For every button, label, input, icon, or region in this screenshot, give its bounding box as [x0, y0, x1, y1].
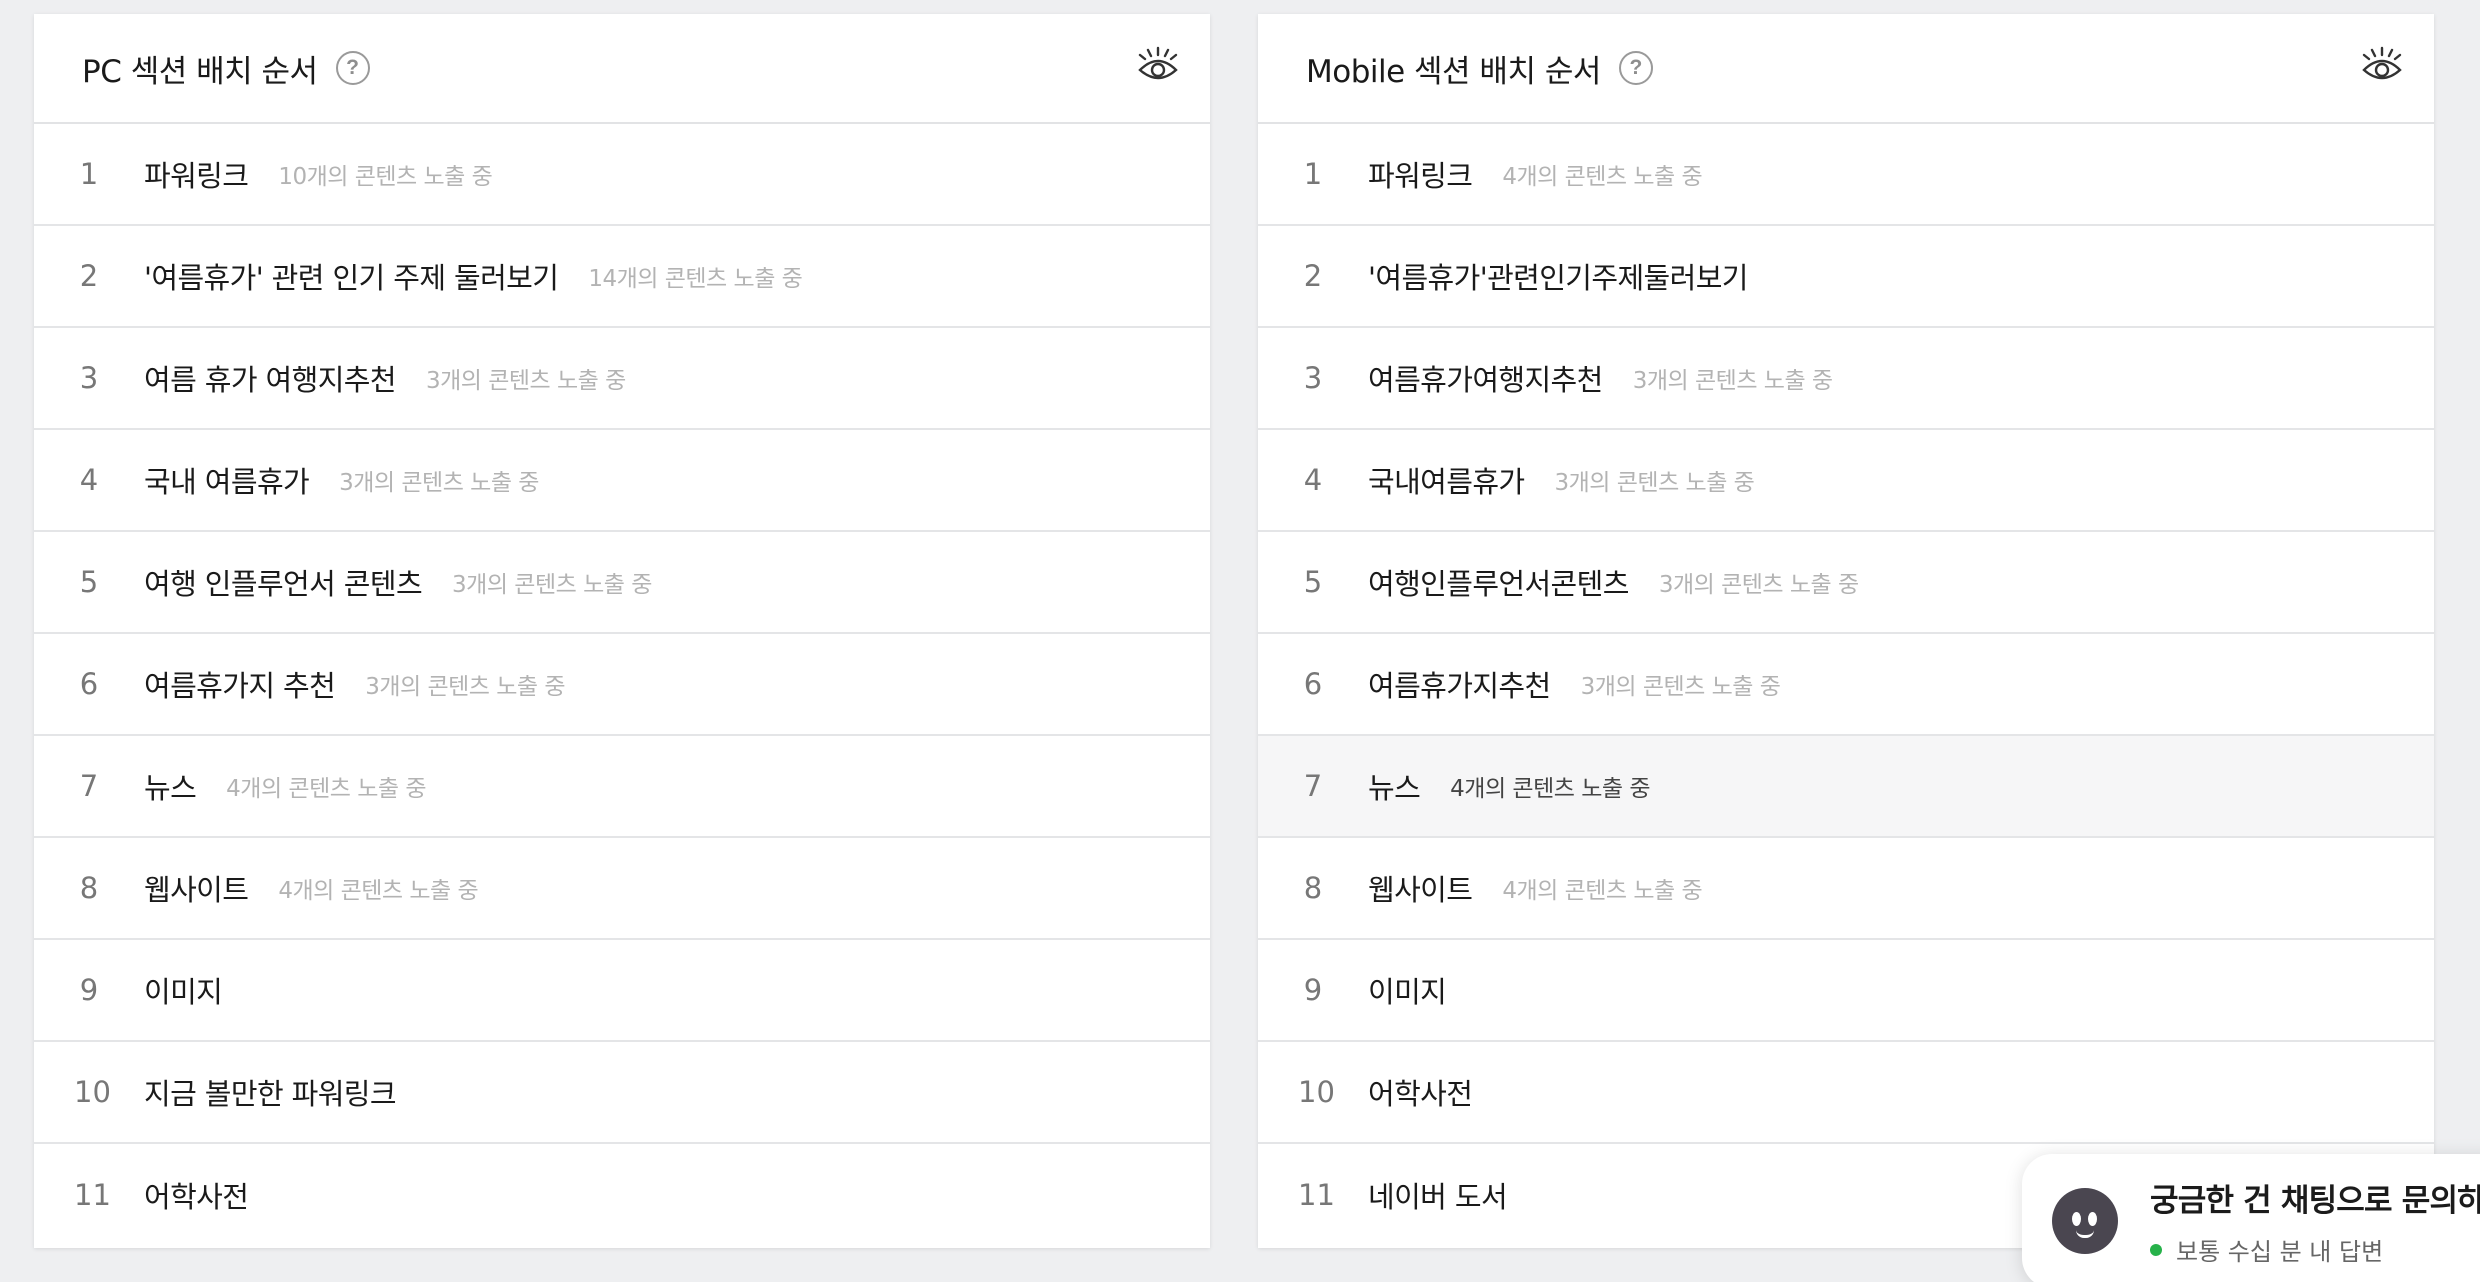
row-number: 10: [74, 1075, 111, 1109]
row-content-count: 4개의 콘텐츠 노출 중: [1450, 776, 1651, 802]
row-section-name: 웹사이트: [144, 873, 249, 907]
question-circle-icon[interactable]: ?: [1618, 51, 1653, 85]
mobile-section-row[interactable]: 2 '여름휴가'관련인기주제둘러보기: [1258, 226, 2434, 328]
row-section-name: 네이버 도서: [1368, 1180, 1508, 1214]
pc-section-row[interactable]: 5 여행 인플루언서 콘텐츠 3개의 콘텐츠 노출 중: [34, 532, 1210, 634]
eye-icon[interactable]: [2360, 44, 2404, 88]
row-number: 7: [1303, 769, 1323, 803]
row-content-count: 3개의 콘텐츠 노출 중: [1658, 572, 1859, 598]
mobile-section-row[interactable]: 1 파워링크 4개의 콘텐츠 노출 중: [1258, 124, 2434, 226]
row-section-name: 여름휴가지 추천: [144, 669, 336, 703]
pc-section-row[interactable]: 7 뉴스 4개의 콘텐츠 노출 중: [34, 736, 1210, 838]
row-content-count: 4개의 콘텐츠 노출 중: [1502, 164, 1703, 190]
row-number: 9: [1303, 973, 1323, 1007]
row-content-count: 14개의 콘텐츠 노출 중: [588, 266, 803, 292]
chat-title: 궁금한 건 채팅으로 문의하: [2150, 1183, 2480, 1219]
row-number: 9: [79, 973, 99, 1007]
mobile-section-row[interactable]: 9 이미지: [1258, 940, 2434, 1042]
mobile-panel-title: Mobile 섹션 배치 순서: [1306, 53, 1601, 90]
row-number: 11: [1298, 1178, 1335, 1212]
pc-section-list: 1 파워링크 10개의 콘텐츠 노출 중 2 '여름휴가' 관련 인기 주제 둘러보기 1…: [34, 124, 1210, 1246]
row-number: 8: [79, 871, 99, 905]
row-section-name: 지금 볼만한 파워링크: [144, 1077, 397, 1111]
pc-section-row[interactable]: 10 지금 볼만한 파워링크: [34, 1042, 1210, 1144]
row-number: 5: [79, 565, 99, 599]
mobile-section-row[interactable]: 8 웹사이트 4개의 콘텐츠 노출 중: [1258, 838, 2434, 940]
status-dot-icon: [2150, 1243, 2162, 1256]
row-content-count: 3개의 콘텐츠 노출 중: [365, 674, 566, 700]
mobile-section-row[interactable]: 5 여행인플루언서콘텐츠 3개의 콘텐츠 노출 중: [1258, 532, 2434, 634]
row-number: 1: [79, 157, 99, 191]
pc-section-row[interactable]: 4 국내 여름휴가 3개의 콘텐츠 노출 중: [34, 430, 1210, 532]
row-number: 11: [74, 1178, 111, 1212]
mobile-section-row[interactable]: 7 뉴스 4개의 콘텐츠 노출 중: [1258, 736, 2434, 838]
row-number: 3: [1303, 361, 1323, 395]
row-section-name: 여행 인플루언서 콘텐츠: [144, 567, 423, 601]
row-section-name: 뉴스: [144, 771, 197, 805]
mobile-section-row[interactable]: 6 여름휴가지추천 3개의 콘텐츠 노출 중: [1258, 634, 2434, 736]
row-section-name: '여름휴가'관련인기주제둘러보기: [1368, 261, 1748, 295]
row-content-count: 3개의 콘텐츠 노출 중: [1554, 470, 1755, 496]
row-number: 3: [79, 361, 99, 395]
row-content-count: 3개의 콘텐츠 노출 중: [339, 470, 539, 496]
row-section-name: 어학사전: [1368, 1077, 1473, 1111]
row-section-name: 여행인플루언서콘텐츠: [1368, 567, 1629, 601]
pc-section-row[interactable]: 2 '여름휴가' 관련 인기 주제 둘러보기 14개의 콘텐츠 노출 중: [34, 226, 1210, 328]
row-content-count: 4개의 콘텐츠 노출 중: [1502, 878, 1703, 904]
pc-section-row[interactable]: 8 웹사이트 4개의 콘텐츠 노출 중: [34, 838, 1210, 940]
row-number: 4: [79, 463, 99, 497]
row-section-name: 여름 휴가 여행지추천: [144, 363, 397, 397]
mobile-panel-header: Mobile 섹션 배치 순서 ?: [1258, 14, 2434, 124]
row-number: 7: [79, 769, 99, 803]
row-number: 10: [1298, 1075, 1335, 1109]
question-circle-icon[interactable]: ?: [335, 51, 370, 85]
row-number: 8: [1303, 871, 1323, 905]
row-number: 5: [1303, 565, 1323, 599]
row-number: 2: [1303, 259, 1323, 293]
row-section-name: 이미지: [1368, 975, 1447, 1009]
row-section-name: 어학사전: [144, 1180, 249, 1214]
mobile-section-row[interactable]: 10 어학사전: [1258, 1042, 2434, 1144]
row-section-name: '여름휴가' 관련 인기 주제 둘러보기: [144, 261, 559, 295]
chat-status: 보통 수십 분 내 답변: [2150, 1232, 2480, 1267]
pc-section-row[interactable]: 1 파워링크 10개의 콘텐츠 노출 중: [34, 124, 1210, 226]
pc-panel-title: PC 섹션 배치 순서: [82, 53, 318, 90]
pc-section-row[interactable]: 9 이미지: [34, 940, 1210, 1042]
pc-section-row[interactable]: 6 여름휴가지 추천 3개의 콘텐츠 노출 중: [34, 634, 1210, 736]
pc-panel-header: PC 섹션 배치 순서 ?: [34, 14, 1210, 124]
row-section-name: 여름휴가지추천: [1368, 669, 1551, 703]
pc-section-order-panel: PC 섹션 배치 순서 ? 1 파워링크 10개의 콘텐츠 노출 중 2 '여름휴가' …: [34, 14, 1210, 1248]
chat-status-text: 보통 수십 분 내 답변: [2176, 1238, 2384, 1266]
row-content-count: 4개의 콘텐츠 노출 중: [278, 878, 479, 904]
row-number: 4: [1303, 463, 1323, 497]
mobile-section-order-panel: Mobile 섹션 배치 순서 ? 1 파워링크 4개의 콘텐츠 노출 중 2 '여름휴…: [1258, 14, 2434, 1248]
row-number: 2: [79, 259, 99, 293]
pc-section-row[interactable]: 3 여름 휴가 여행지추천 3개의 콘텐츠 노출 중: [34, 328, 1210, 430]
eye-icon[interactable]: [1136, 44, 1180, 88]
row-section-name: 뉴스: [1368, 771, 1421, 805]
chat-widget[interactable]: 궁금한 건 채팅으로 문의하 보통 수십 분 내 답변: [2022, 1154, 2480, 1282]
row-section-name: 이미지: [144, 975, 223, 1009]
row-number: 6: [1303, 667, 1323, 701]
row-section-name: 여름휴가여행지추천: [1368, 363, 1603, 397]
row-section-name: 국내 여름휴가: [144, 465, 310, 499]
row-content-count: 3개의 콘텐츠 노출 중: [1580, 674, 1781, 700]
row-content-count: 10개의 콘텐츠 노출 중: [278, 164, 493, 190]
row-content-count: 4개의 콘텐츠 노출 중: [226, 776, 427, 802]
row-number: 1: [1303, 157, 1323, 191]
row-section-name: 파워링크: [1368, 159, 1473, 193]
row-number: 6: [79, 667, 99, 701]
mobile-section-list: 1 파워링크 4개의 콘텐츠 노출 중 2 '여름휴가'관련인기주제둘러보기 3 여름휴가여…: [1258, 124, 2434, 1246]
row-section-name: 국내여름휴가: [1368, 465, 1525, 499]
pc-section-row[interactable]: 11 어학사전: [34, 1144, 1210, 1246]
mobile-section-row[interactable]: 4 국내여름휴가 3개의 콘텐츠 노출 중: [1258, 430, 2434, 532]
chat-text: 궁금한 건 채팅으로 문의하 보통 수십 분 내 답변: [2150, 1175, 2480, 1267]
row-content-count: 3개의 콘텐츠 노출 중: [1632, 368, 1833, 394]
row-content-count: 3개의 콘텐츠 노출 중: [452, 572, 652, 598]
row-content-count: 3개의 콘텐츠 노출 중: [425, 368, 626, 394]
mobile-section-row[interactable]: 3 여름휴가여행지추천 3개의 콘텐츠 노출 중: [1258, 328, 2434, 430]
row-section-name: 파워링크: [144, 159, 249, 193]
row-section-name: 웹사이트: [1368, 873, 1473, 907]
chat-avatar-icon: [2052, 1188, 2118, 1254]
